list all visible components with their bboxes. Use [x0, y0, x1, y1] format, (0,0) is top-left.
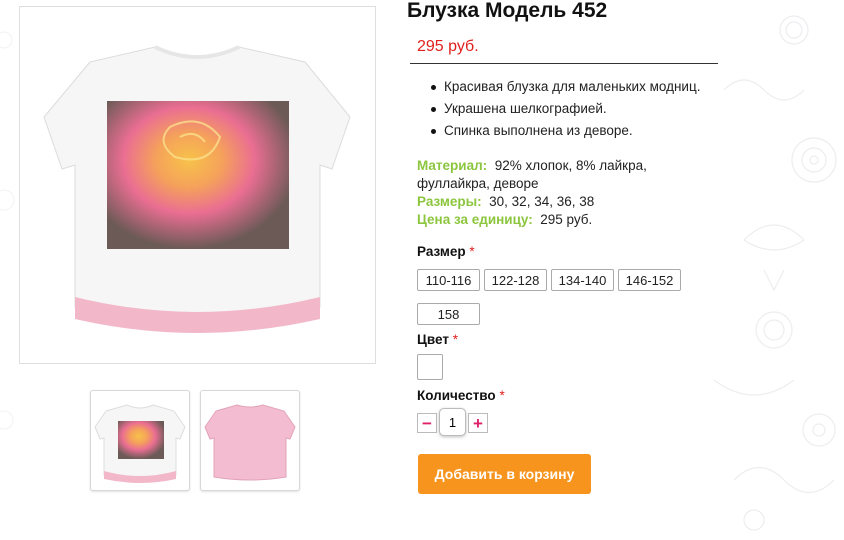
spec-unit-price-label: Цена за единицу:: [417, 212, 533, 227]
product-main-image[interactable]: [19, 6, 376, 364]
color-label-text: Цвет: [417, 332, 449, 347]
quantity-label: Количество *: [417, 388, 505, 403]
decorative-background-pattern: [713, 15, 837, 531]
size-label: Размер *: [417, 244, 475, 259]
price-divider: [410, 63, 718, 64]
spec-sizes-value: 30, 32, 34, 36, 38: [489, 194, 595, 209]
size-option-134-140[interactable]: 134-140: [551, 269, 614, 291]
product-price: 295 руб.: [417, 38, 479, 55]
bullet-icon: [431, 107, 436, 112]
quantity-increase-button[interactable]: +: [468, 413, 488, 433]
feature-text: Спинка выполнена из деворе.: [444, 123, 633, 138]
quantity-decrease-button[interactable]: −: [417, 413, 437, 433]
spec-unit-price: Цена за единицу: 295 руб.: [417, 211, 717, 229]
blouse-front-image: [43, 45, 351, 333]
feature-item: Украшена шелкографией.: [418, 98, 700, 120]
feature-text: Красивая блузка для маленьких модниц.: [444, 79, 701, 94]
required-asterisk: *: [499, 388, 505, 403]
size-label-text: Размер: [417, 244, 466, 259]
thumbnail-back[interactable]: [200, 390, 300, 491]
thumbnail-front[interactable]: [90, 390, 190, 491]
product-specs: Материал: 92% хлопок, 8% лайкра, фуллайк…: [417, 157, 717, 229]
quantity-label-text: Количество: [417, 388, 496, 403]
required-asterisk: *: [469, 244, 475, 259]
size-option-122-128[interactable]: 122-128: [484, 269, 547, 291]
thumbnail-back-image: [204, 404, 296, 481]
size-option-110-116[interactable]: 110-116: [417, 269, 480, 291]
thumbnail-front-image: [94, 404, 186, 483]
size-option-158[interactable]: 158: [417, 303, 480, 325]
spec-unit-price-value: 295 руб.: [540, 212, 593, 227]
size-option-146-152[interactable]: 146-152: [618, 269, 681, 291]
color-label: Цвет *: [417, 332, 458, 347]
bullet-icon: [431, 129, 436, 134]
quantity-input[interactable]: [439, 408, 466, 436]
required-asterisk: *: [452, 332, 458, 347]
feature-item: Красивая блузка для маленьких модниц.: [418, 76, 700, 98]
feature-text: Украшена шелкографией.: [444, 101, 607, 116]
spec-sizes-label: Размеры:: [417, 194, 482, 209]
product-title: Блузка Модель 452: [407, 0, 608, 22]
spec-material: Материал: 92% хлопок, 8% лайкра, фуллайк…: [417, 157, 717, 193]
spec-material-label: Материал:: [417, 158, 488, 173]
bullet-icon: [431, 85, 436, 90]
add-to-cart-button[interactable]: Добавить в корзину: [418, 454, 591, 494]
color-swatch[interactable]: [417, 354, 443, 380]
decorative-left-pattern: [0, 31, 15, 430]
feature-item: Спинка выполнена из деворе.: [418, 120, 700, 142]
feature-list: Красивая блузка для маленьких модниц. Ук…: [418, 76, 700, 142]
spec-sizes: Размеры: 30, 32, 34, 36, 38: [417, 193, 717, 211]
